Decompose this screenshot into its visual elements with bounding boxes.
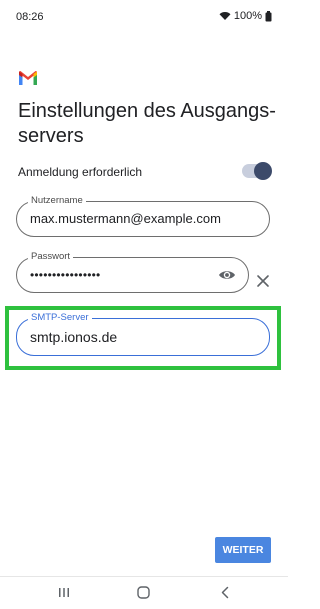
- eye-icon[interactable]: [218, 267, 236, 283]
- auth-required-row[interactable]: Anmeldung erforderlich: [18, 160, 272, 184]
- smtp-server-value[interactable]: smtp.ionos.de: [30, 329, 117, 345]
- recents-icon[interactable]: [58, 587, 70, 598]
- smtp-server-field[interactable]: SMTP-Server smtp.ionos.de: [16, 312, 270, 356]
- toggle-knob: [254, 162, 272, 180]
- next-button[interactable]: WEITER: [215, 537, 271, 563]
- status-time: 08:26: [16, 11, 44, 23]
- page-title: Einstellungen des Ausgangs- servers: [18, 99, 278, 149]
- page-title-line-1: Einstellungen des Ausgangs-: [18, 100, 276, 122]
- username-field[interactable]: Nutzername max.mustermann@example.com: [16, 195, 270, 237]
- back-icon[interactable]: [220, 586, 230, 599]
- password-label: Passwort: [28, 251, 74, 263]
- close-icon[interactable]: [256, 274, 270, 288]
- smtp-server-label: SMTP-Server: [28, 312, 92, 324]
- auth-required-label: Anmeldung erforderlich: [18, 165, 143, 179]
- battery-percent: 100%: [233, 10, 262, 22]
- battery-icon: [265, 10, 272, 21]
- system-nav-bar: [0, 576, 288, 609]
- gmail-logo-icon: [19, 71, 37, 85]
- home-icon[interactable]: [137, 586, 150, 599]
- status-indicators: 100%: [219, 10, 272, 22]
- password-value[interactable]: ••••••••••••••••: [30, 268, 100, 282]
- page-title-line-2: servers: [18, 125, 84, 147]
- username-label: Nutzername: [28, 195, 86, 207]
- auth-required-toggle[interactable]: [242, 162, 272, 180]
- password-field[interactable]: Passwort ••••••••••••••••: [16, 251, 249, 293]
- wifi-icon: [219, 12, 231, 20]
- username-value[interactable]: max.mustermann@example.com: [30, 211, 221, 226]
- status-bar: 08:26 100%: [0, 0, 288, 36]
